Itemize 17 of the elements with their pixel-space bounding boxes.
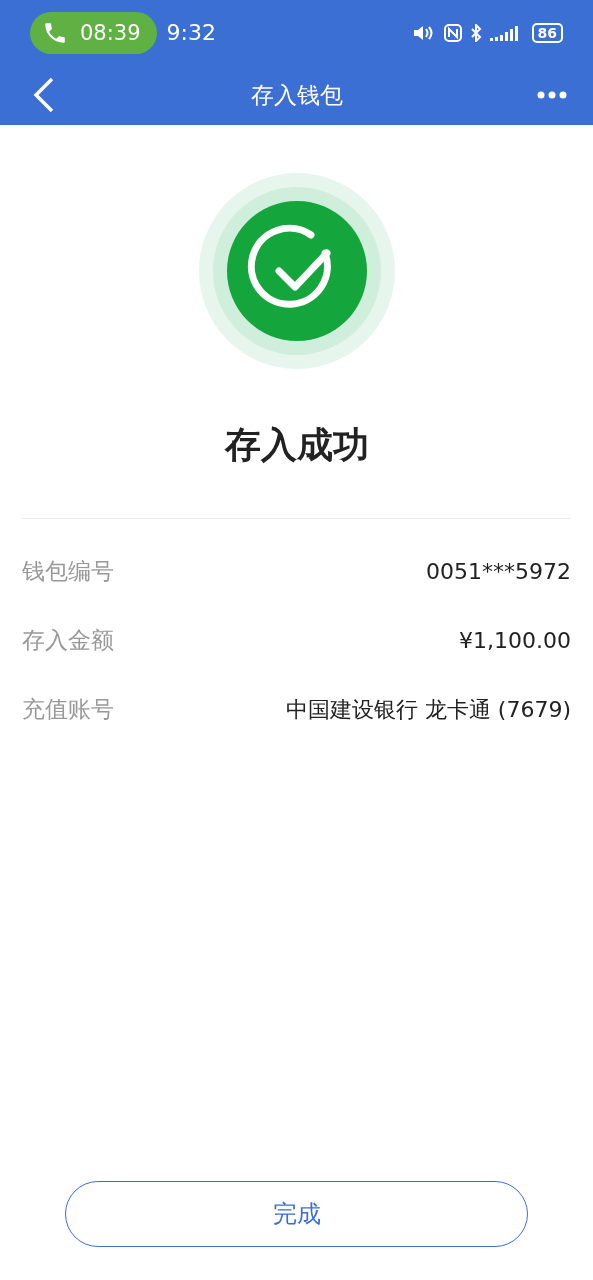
- nfc-icon: [443, 23, 462, 42]
- detail-value: ¥1,100.00: [459, 628, 571, 653]
- battery-icon: 86: [531, 22, 563, 43]
- detail-label: 钱包编号: [22, 557, 114, 586]
- detail-label: 存入金额: [22, 626, 114, 655]
- call-indicator[interactable]: 08:39: [30, 11, 157, 54]
- clock: 9:32: [166, 20, 216, 45]
- result-title: 存入成功: [224, 423, 369, 467]
- detail-value: 中国建设银行 龙卡通 (7679): [285, 695, 571, 724]
- more-icon[interactable]: [537, 91, 567, 99]
- done-button[interactable]: 完成: [65, 1181, 528, 1247]
- detail-label: 充值账号: [22, 695, 114, 724]
- bluetooth-icon: [469, 23, 482, 42]
- page-title: 存入钱包: [249, 80, 344, 110]
- back-icon[interactable]: [32, 77, 56, 113]
- success-check-icon: [198, 173, 395, 369]
- detail-value: 0051***5972: [426, 559, 571, 584]
